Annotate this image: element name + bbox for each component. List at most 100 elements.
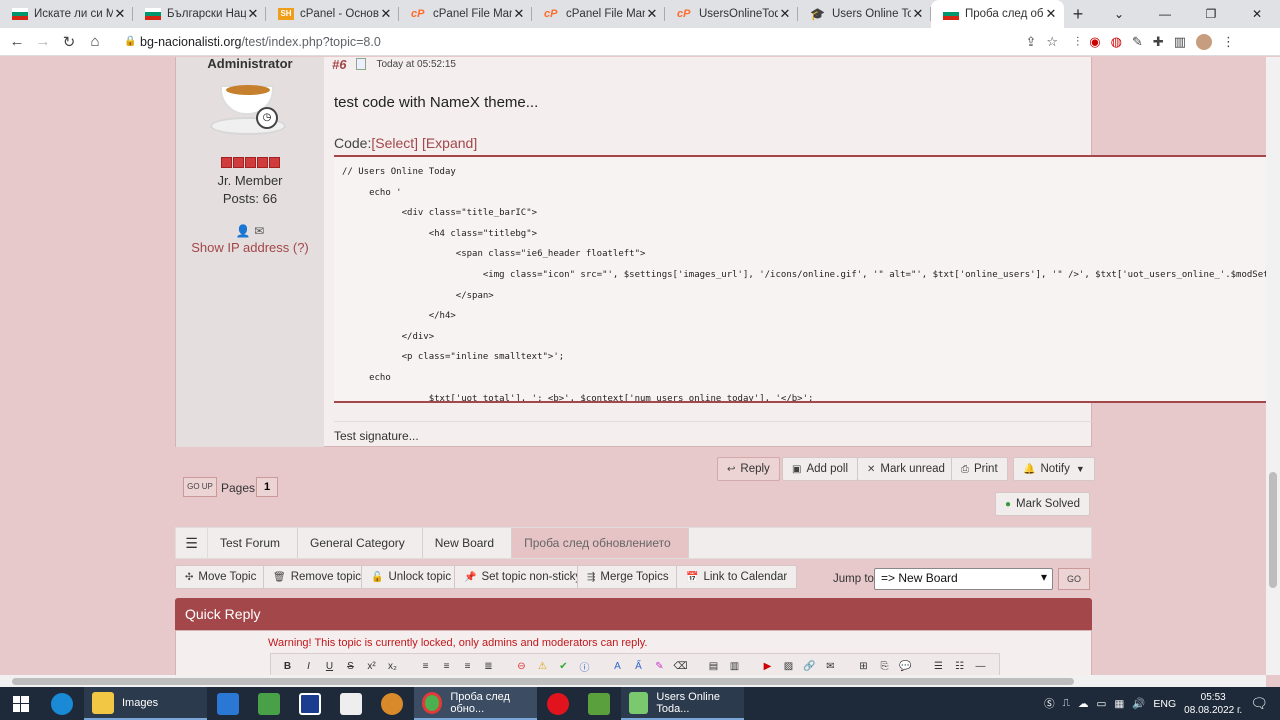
quote-icon[interactable]: ▥ xyxy=(726,658,743,675)
browser-tab-3[interactable]: SH cPanel - Основен ✕ xyxy=(266,0,399,28)
edge-button[interactable] xyxy=(41,687,82,720)
mail-button[interactable] xyxy=(207,687,248,720)
mark-solved-button[interactable]: ● Mark Solved xyxy=(995,492,1090,516)
vertical-scrollbar[interactable] xyxy=(1266,57,1280,675)
opera-extension-icon[interactable]: ◉ xyxy=(1089,34,1100,50)
close-icon[interactable]: ✕ xyxy=(246,6,260,22)
browser-tab-4[interactable]: cP cPanel File Manage ✕ xyxy=(399,0,532,28)
quick-reply-header[interactable]: Quick Reply xyxy=(175,598,1092,630)
taskbar-chrome[interactable]: Проба след обно... xyxy=(414,687,537,720)
back-icon[interactable]: ← xyxy=(4,29,30,55)
notify-button[interactable]: 🔔 Notify ▼ xyxy=(1013,457,1095,481)
warning-icon[interactable]: ⚠ xyxy=(534,658,551,675)
restore-icon[interactable]: ❐ xyxy=(1188,0,1234,28)
close-icon[interactable]: ✕ xyxy=(911,6,925,22)
reply-button[interactable]: ↩ Reply xyxy=(717,457,780,481)
italic-icon[interactable]: I xyxy=(300,658,317,675)
extension-icon[interactable]: ⫶ xyxy=(1076,34,1079,50)
page-link-current[interactable]: 1 xyxy=(256,477,278,497)
winrar-button[interactable] xyxy=(248,687,289,720)
align-right-icon[interactable]: ≡ xyxy=(459,658,476,675)
close-icon[interactable]: ✕ xyxy=(512,6,526,22)
browser-tab-7[interactable]: 🎓 Users Online Today ✕ xyxy=(798,0,931,28)
taskbar-clock[interactable]: 05:53 08.08.2022 г. xyxy=(1184,691,1242,717)
unlock-topic-button[interactable]: 🔓 Unlock topic xyxy=(361,565,462,589)
link-icon[interactable]: 🔗 xyxy=(801,658,818,675)
youtube-icon[interactable]: ▶ xyxy=(759,658,776,675)
puzzle-icon[interactable]: ✚ xyxy=(1153,34,1164,50)
url-field[interactable]: 🔒 bg-nacionalisti.org/test/index.php?top… xyxy=(116,31,1066,53)
close-icon[interactable]: ✕ xyxy=(113,6,127,22)
share-icon[interactable]: ⇪ xyxy=(1025,34,1036,50)
code-icon[interactable]: ▤ xyxy=(705,658,722,675)
image-icon[interactable]: ▨ xyxy=(780,658,797,675)
underline-icon[interactable]: U xyxy=(321,658,338,675)
notifications-icon[interactable]: 🗨 xyxy=(1250,695,1268,712)
hr-icon[interactable]: ― xyxy=(972,658,989,675)
notification-extension-icon[interactable]: ◍ xyxy=(1111,34,1122,50)
new-tab-button[interactable]: + xyxy=(1064,0,1092,28)
set-non-sticky-button[interactable]: 📌 Set topic non-sticky xyxy=(454,565,592,589)
volume-icon[interactable]: 🔊 xyxy=(1132,697,1145,710)
browser-tab-1[interactable]: Искате ли си Маке ✕ xyxy=(0,0,133,28)
close-icon[interactable]: ✕ xyxy=(1044,6,1058,22)
go-button[interactable]: GO xyxy=(1058,568,1090,590)
move-topic-button[interactable]: ✣ Move Topic xyxy=(175,565,267,589)
browser-tab-active[interactable]: Проба след обнов ✕ xyxy=(931,0,1064,28)
close-icon[interactable]: ✕ xyxy=(379,6,393,22)
merge-topics-button[interactable]: ⇶ Merge Topics xyxy=(577,565,679,589)
align-left-icon[interactable]: ≡ xyxy=(417,658,434,675)
close-icon[interactable]: ✕ xyxy=(778,6,792,22)
usb-icon[interactable]: ⎍ xyxy=(1063,697,1070,710)
go-up-button[interactable]: GO UP xyxy=(183,477,217,497)
color-icon[interactable]: ✎ xyxy=(651,658,668,675)
info-icon[interactable]: ⓘ xyxy=(576,658,593,675)
browser-tab-6[interactable]: cP UsersOnlineToday ✕ xyxy=(665,0,798,28)
add-poll-button[interactable]: ▣ Add poll xyxy=(782,457,859,481)
close-icon[interactable]: ✕ xyxy=(645,6,659,22)
cloud-icon[interactable]: ☁ xyxy=(1078,698,1089,710)
breadcrumb-item-board[interactable]: New Board xyxy=(423,528,513,558)
language-button[interactable] xyxy=(289,687,330,720)
stop-icon[interactable]: ⊖ xyxy=(513,658,530,675)
taskbar-notepadpp[interactable]: Users Online Toda... xyxy=(621,687,744,720)
language-indicator[interactable]: ENG xyxy=(1153,698,1176,710)
speech-icon[interactable]: 💬 xyxy=(897,658,914,675)
notepad-button[interactable] xyxy=(330,687,371,720)
gimp-button[interactable] xyxy=(371,687,412,720)
breadcrumb-item-category[interactable]: General Category xyxy=(298,528,423,558)
browser-tab-5[interactable]: cP cPanel File Manage ✕ xyxy=(532,0,665,28)
superscript-icon[interactable]: x² xyxy=(363,658,380,675)
profile-icon[interactable]: 👤 xyxy=(236,224,251,238)
font-size-icon[interactable]: A̋ xyxy=(630,658,647,675)
strike-icon[interactable]: S xyxy=(342,658,359,675)
hamburger-menu-icon[interactable]: ☰ xyxy=(176,528,208,558)
reload-icon[interactable]: ↻ xyxy=(56,29,82,55)
code-expand-link[interactable]: [Expand] xyxy=(422,135,477,151)
star-icon[interactable]: ☆ xyxy=(1046,34,1058,50)
show-ip-link[interactable]: Show IP address (?) xyxy=(176,240,324,255)
poster-name[interactable]: Administrator xyxy=(176,57,324,71)
taskbar-explorer-images[interactable]: Images xyxy=(84,687,207,720)
stack-button[interactable] xyxy=(578,687,619,720)
bold-icon[interactable]: B xyxy=(279,658,296,675)
link-calendar-button[interactable]: 📅 Link to Calendar xyxy=(676,565,798,589)
source-icon[interactable]: ⎘ xyxy=(876,658,893,675)
table-icon[interactable]: ⊞ xyxy=(855,658,872,675)
network-icon[interactable]: ▦ xyxy=(1114,698,1124,710)
print-button[interactable]: ⎙ Print xyxy=(951,457,1008,481)
code-block[interactable]: // Users Online Today echo ' <div class=… xyxy=(334,157,1279,403)
code-select-link[interactable]: [Select] xyxy=(371,135,418,151)
font-icon[interactable]: A xyxy=(609,658,626,675)
chevron-down-icon[interactable]: ⌄ xyxy=(1096,0,1142,28)
browser-tab-2[interactable]: Български Национ ✕ xyxy=(133,0,266,28)
horizontal-scrollbar[interactable] xyxy=(0,675,1266,687)
breadcrumb-item-topic[interactable]: Проба след обновлението xyxy=(512,528,689,558)
battery-icon[interactable]: ▭ xyxy=(1096,698,1106,710)
ok-icon[interactable]: ✔ xyxy=(555,658,572,675)
lock-icon[interactable]: 🔒 xyxy=(124,36,140,47)
bullet-list-icon[interactable]: ☰ xyxy=(930,658,947,675)
start-button[interactable] xyxy=(0,687,41,720)
forward-icon[interactable]: → xyxy=(30,29,56,55)
mark-unread-button[interactable]: ✕ Mark unread xyxy=(857,457,955,481)
